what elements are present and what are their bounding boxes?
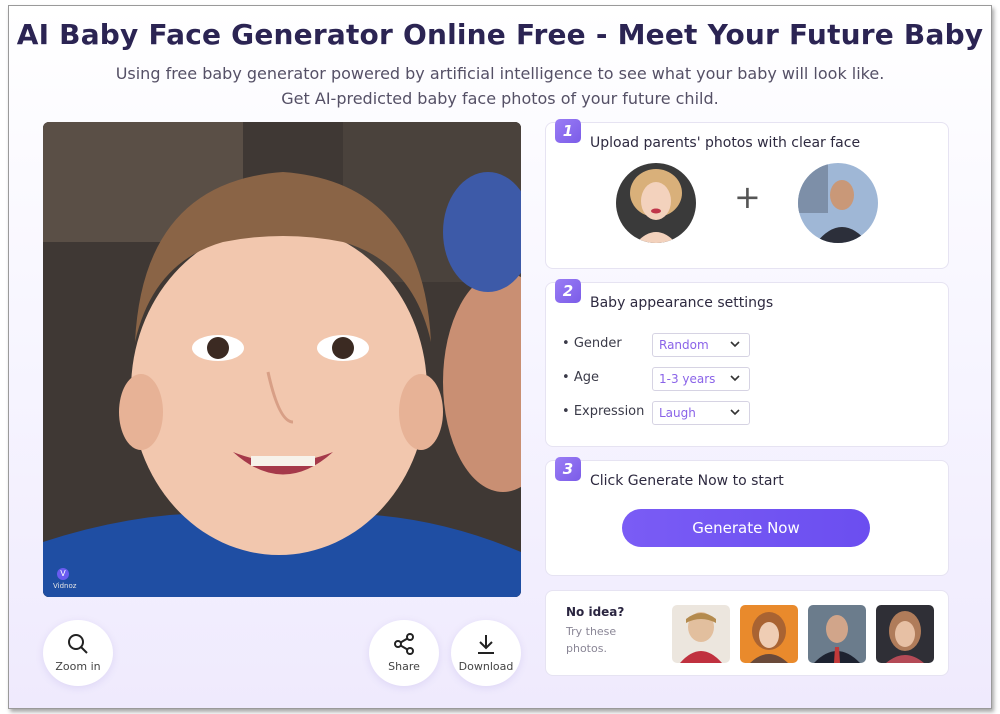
share-icon xyxy=(394,633,414,655)
expression-label: • Expression xyxy=(562,404,645,419)
step-1-title: Upload parents' photos with clear face xyxy=(590,135,861,151)
mother-photo-upload[interactable] xyxy=(616,163,696,243)
page-subtitle-line-2: Get AI-predicted baby face photos of you… xyxy=(281,89,719,108)
age-value: 1-3 years xyxy=(659,372,716,386)
step-3-card: 3 Click Generate Now to start Generate N… xyxy=(545,457,949,576)
sample-parent-thumb-4[interactable] xyxy=(876,605,934,663)
suggestions-card: No idea? Try these photos. xyxy=(545,590,949,676)
chevron-down-icon xyxy=(730,409,740,416)
no-idea-subtitle-1: Try these xyxy=(566,625,617,638)
sample-photo-1 xyxy=(672,605,730,663)
download-label: Download xyxy=(458,660,514,673)
app-window: AI Baby Face Generator Online Free - Mee… xyxy=(8,5,992,709)
share-label: Share xyxy=(388,660,420,673)
gender-value: Random xyxy=(659,338,709,352)
page-subtitle-line-1: Using free baby generator powered by art… xyxy=(115,64,885,83)
sample-photo-3 xyxy=(808,605,866,663)
step-2-card: 2 Baby appearance settings • Gender Rand… xyxy=(545,279,949,447)
plus-icon: + xyxy=(734,178,761,216)
vidnoz-logo: V xyxy=(57,568,69,580)
download-icon xyxy=(478,635,494,654)
generated-baby-image: V Vidnoz xyxy=(43,122,521,597)
no-idea-subtitle-2: photos. xyxy=(566,642,607,655)
sample-photo-4 xyxy=(876,605,934,663)
no-idea-title: No idea? xyxy=(566,605,625,619)
expression-value: Laugh xyxy=(659,406,696,420)
sample-parent-thumb-1[interactable] xyxy=(672,605,730,663)
page-title: AI Baby Face Generator Online Free - Mee… xyxy=(16,18,984,51)
step-3-badge: 3 xyxy=(555,457,581,481)
baby-photo-illustration xyxy=(43,122,521,597)
step-2-badge: 2 xyxy=(555,279,581,303)
step-3-title: Click Generate Now to start xyxy=(590,473,784,489)
step-1-card: 1 Upload parents' photos with clear face… xyxy=(545,119,949,269)
expression-select[interactable]: Laugh xyxy=(652,401,750,425)
zoom-in-label: Zoom in xyxy=(55,660,101,673)
step-2-title: Baby appearance settings xyxy=(590,295,774,311)
gender-select[interactable]: Random xyxy=(652,333,750,357)
share-button[interactable]: Share xyxy=(369,620,439,686)
age-label: • Age xyxy=(562,370,599,385)
mother-avatar xyxy=(616,163,696,243)
download-button[interactable]: Download xyxy=(451,620,521,686)
father-avatar xyxy=(798,163,878,243)
chevron-down-icon xyxy=(730,341,740,348)
age-select[interactable]: 1-3 years xyxy=(652,367,750,391)
generate-now-button[interactable]: Generate Now xyxy=(622,509,870,547)
father-photo-upload[interactable] xyxy=(798,163,878,243)
zoom-icon xyxy=(68,634,88,654)
sample-parent-thumb-3[interactable] xyxy=(808,605,866,663)
sample-photo-2 xyxy=(740,605,798,663)
sample-parent-thumb-2[interactable] xyxy=(740,605,798,663)
step-1-badge: 1 xyxy=(555,119,581,143)
zoom-in-button[interactable]: Zoom in xyxy=(43,620,113,686)
watermark-text: Vidnoz xyxy=(53,582,77,590)
gender-label: • Gender xyxy=(562,336,622,351)
chevron-down-icon xyxy=(730,375,740,382)
